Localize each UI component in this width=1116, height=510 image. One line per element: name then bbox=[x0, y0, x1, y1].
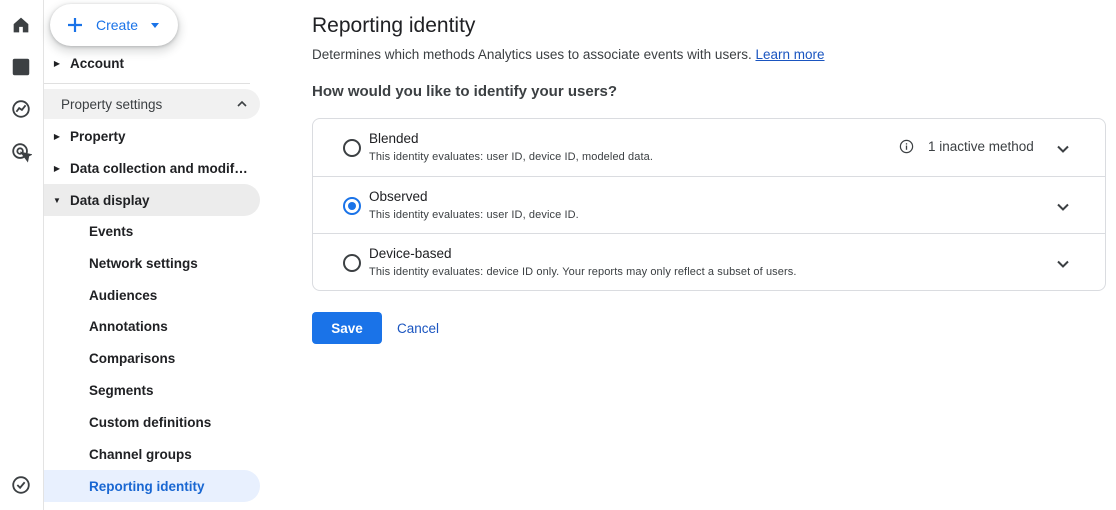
advertising-icon[interactable] bbox=[7, 138, 35, 166]
learn-more-link[interactable]: Learn more bbox=[755, 47, 824, 62]
save-button[interactable]: Save bbox=[312, 312, 382, 344]
triangle-down-icon: ▼ bbox=[53, 195, 61, 205]
plus-icon bbox=[68, 18, 82, 32]
sidebar-item-label: Audiences bbox=[89, 287, 158, 303]
sidebar-item-audiences[interactable]: Audiences bbox=[44, 279, 260, 311]
caret-down-icon bbox=[151, 23, 160, 28]
sidebar-item-label: Reporting identity bbox=[89, 478, 205, 494]
sidebar-item-network-settings[interactable]: Network settings bbox=[44, 247, 260, 279]
option-title: Blended bbox=[369, 131, 419, 146]
option-subtitle: This identity evaluates: user ID, device… bbox=[369, 209, 579, 221]
sidebar-item-label: Events bbox=[89, 223, 134, 239]
sidebar-item-label: Custom definitions bbox=[89, 414, 212, 430]
nav-property[interactable]: ▶ Property bbox=[44, 120, 260, 152]
triangle-right-icon: ▶ bbox=[53, 58, 61, 68]
sidebar-item-label: Channel groups bbox=[89, 446, 192, 462]
identity-options-card: Blended This identity evaluates: user ID… bbox=[312, 118, 1106, 291]
nav-account-label: Account bbox=[70, 55, 124, 71]
triangle-right-icon: ▶ bbox=[53, 163, 61, 173]
cancel-button[interactable]: Cancel bbox=[397, 312, 439, 344]
option-device-based[interactable]: Device-based This identity evaluates: de… bbox=[313, 233, 1105, 290]
sidebar-item-comparisons[interactable]: Comparisons bbox=[44, 342, 260, 374]
sidebar-item-channel-groups[interactable]: Channel groups bbox=[44, 438, 260, 470]
sidebar-item-label: Network settings bbox=[89, 255, 198, 271]
nav-account[interactable]: ▶ Account bbox=[44, 47, 260, 79]
sidebar-item-label: Annotations bbox=[89, 318, 168, 334]
chevron-down-icon[interactable] bbox=[1055, 256, 1071, 272]
reports-icon[interactable] bbox=[7, 53, 35, 81]
option-title: Device-based bbox=[369, 246, 452, 261]
inactive-method-note: 1 inactive method bbox=[899, 139, 1034, 154]
sidebar-item-custom-definitions[interactable]: Custom definitions bbox=[44, 406, 260, 438]
sidebar-item-label: Comparisons bbox=[89, 350, 176, 366]
sidebar-item-events[interactable]: Events bbox=[44, 215, 260, 247]
left-rail bbox=[0, 0, 44, 510]
home-icon[interactable] bbox=[7, 11, 35, 39]
create-button[interactable]: Create bbox=[50, 4, 178, 46]
nav-property-label: Property bbox=[70, 128, 126, 144]
chevron-down-icon[interactable] bbox=[1055, 141, 1071, 157]
nav-data-collection[interactable]: ▶ Data collection and modifica… bbox=[44, 152, 260, 184]
property-settings-label: Property settings bbox=[61, 96, 163, 112]
description-text: Determines which methods Analytics uses … bbox=[312, 47, 752, 62]
nav-data-display-label: Data display bbox=[70, 192, 150, 208]
admin-check-icon[interactable] bbox=[7, 471, 35, 499]
chevron-down-icon[interactable] bbox=[1055, 199, 1071, 215]
sidebar-item-segments[interactable]: Segments bbox=[44, 374, 260, 406]
create-label: Create bbox=[96, 17, 139, 33]
triangle-right-icon: ▶ bbox=[53, 131, 61, 141]
option-blended[interactable]: Blended This identity evaluates: user ID… bbox=[313, 119, 1105, 176]
nav-data-collection-label: Data collection and modifica… bbox=[70, 160, 250, 176]
radio-blended[interactable] bbox=[343, 139, 361, 157]
radio-observed[interactable] bbox=[343, 197, 361, 215]
property-settings-header[interactable]: Property settings bbox=[44, 89, 260, 119]
option-observed[interactable]: Observed This identity evaluates: user I… bbox=[313, 176, 1105, 233]
chevron-up-icon bbox=[237, 100, 247, 107]
page-description: Determines which methods Analytics uses … bbox=[312, 47, 825, 62]
explore-icon[interactable] bbox=[7, 95, 35, 123]
sidebar-item-label: Segments bbox=[89, 382, 154, 398]
sidebar-item-reporting-identity[interactable]: Reporting identity bbox=[44, 470, 260, 502]
option-subtitle: This identity evaluates: device ID only.… bbox=[369, 266, 797, 278]
option-title: Observed bbox=[369, 189, 428, 204]
option-subtitle: This identity evaluates: user ID, device… bbox=[369, 151, 653, 163]
inactive-method-text: 1 inactive method bbox=[928, 139, 1034, 154]
radio-device-based[interactable] bbox=[343, 254, 361, 272]
nav-panel: Create ▶ Account Property settings ▶ Pro… bbox=[44, 0, 268, 510]
nav-divider bbox=[44, 83, 250, 84]
identity-question: How would you like to identify your user… bbox=[312, 83, 618, 100]
page-title: Reporting identity bbox=[312, 14, 476, 37]
nav-data-display[interactable]: ▼ Data display bbox=[44, 184, 260, 216]
info-icon bbox=[899, 139, 914, 154]
sidebar-item-annotations[interactable]: Annotations bbox=[44, 310, 260, 342]
